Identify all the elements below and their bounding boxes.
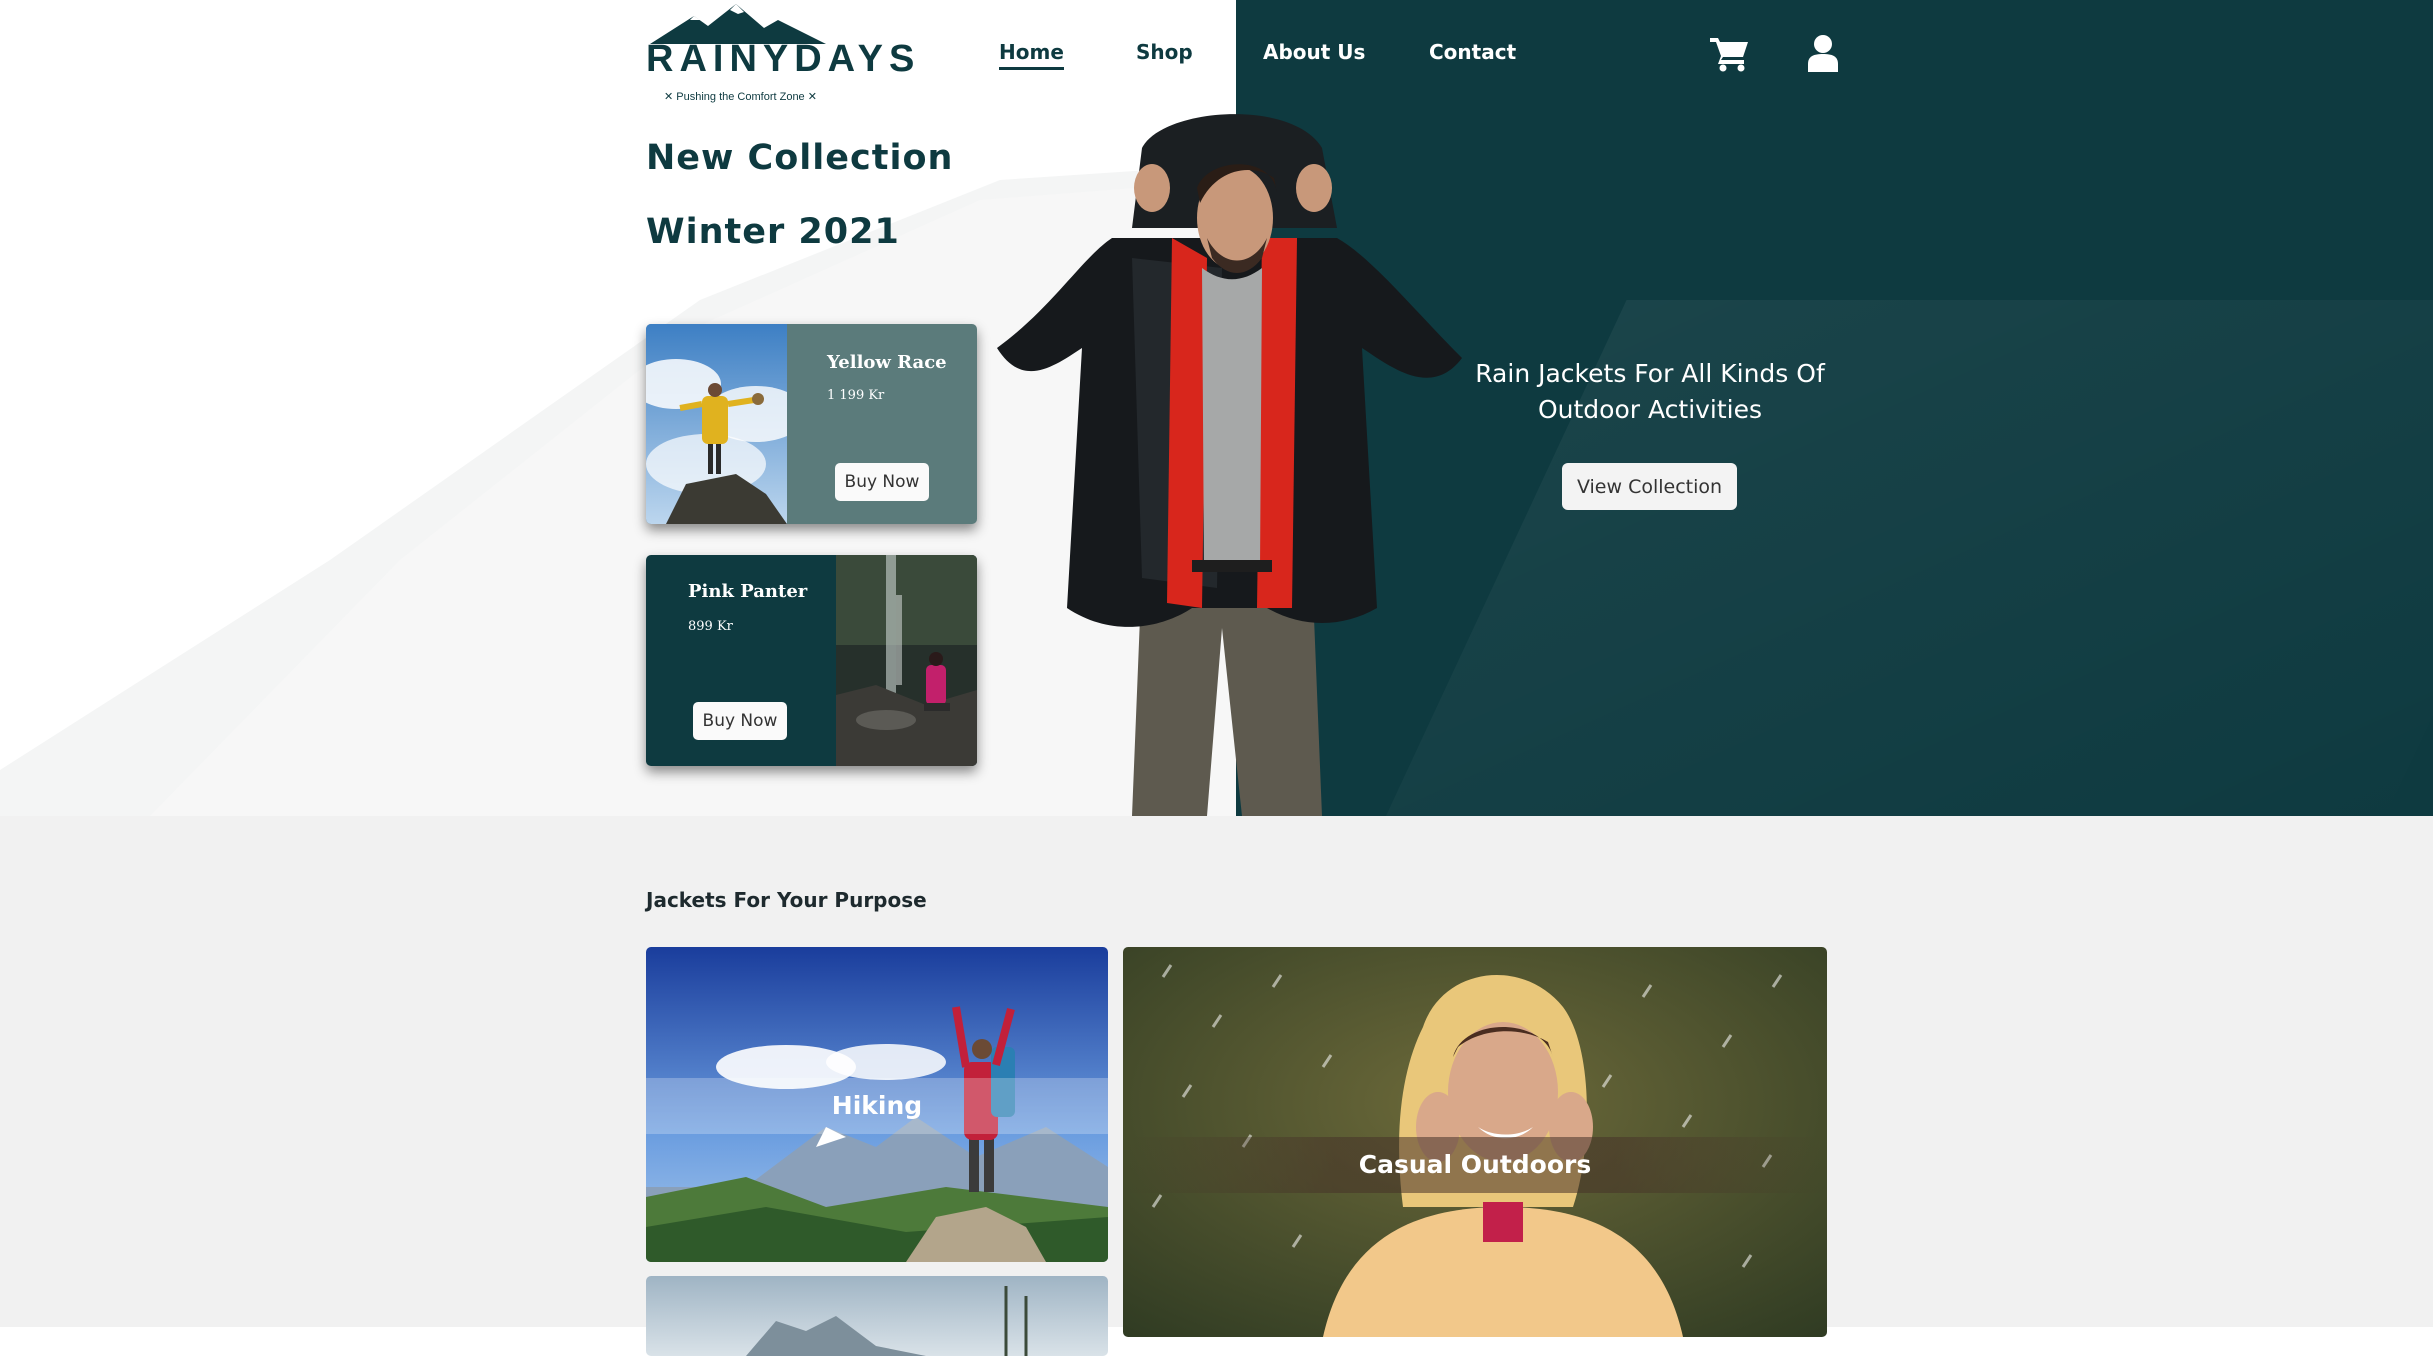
- nav-contact[interactable]: Contact: [1429, 40, 1516, 64]
- product-card-pink-panter[interactable]: Pink Panter 899 Kr Buy Now: [646, 555, 977, 766]
- product-name: Yellow Race: [827, 352, 947, 373]
- view-collection-button[interactable]: View Collection: [1562, 463, 1737, 510]
- hero-heading-line1: New Collection: [646, 138, 954, 178]
- nav-about-us[interactable]: About Us: [1263, 40, 1365, 64]
- brand-name: RAINYDAYS: [646, 38, 921, 80]
- buy-now-button[interactable]: Buy Now: [835, 463, 929, 501]
- user-icon[interactable]: [1806, 34, 1840, 72]
- brand-tagline: ✕ Pushing the Comfort Zone ✕: [664, 91, 817, 103]
- category-label: Casual Outdoors: [1123, 1137, 1827, 1193]
- buy-now-button[interactable]: Buy Now: [693, 702, 787, 740]
- nav-home[interactable]: Home: [999, 40, 1064, 70]
- hero-model-image: [997, 114, 1462, 816]
- product-image-pink-panter: [836, 555, 977, 766]
- product-price: 1 199 Kr: [827, 388, 885, 403]
- brand-logo[interactable]: RAINYDAYS ✕ Pushing the Comfort Zone ✕: [646, 4, 914, 108]
- product-name: Pink Panter: [688, 581, 808, 602]
- category-tile-casual-outdoors[interactable]: Casual Outdoors: [1123, 947, 1827, 1337]
- section-title: Jackets For Your Purpose: [646, 888, 927, 912]
- hero-tagline: Rain Jackets For All Kinds Of Outdoor Ac…: [1475, 359, 1825, 424]
- category-tile-hiking[interactable]: Hiking: [646, 947, 1108, 1262]
- category-label: Hiking: [646, 1078, 1108, 1134]
- purpose-section: Jackets For Your Purpose Hiking Casual O…: [0, 816, 2433, 1356]
- partial-category-image: [646, 1276, 1108, 1356]
- nav-shop[interactable]: Shop: [1136, 40, 1193, 64]
- product-price: 899 Kr: [688, 619, 733, 634]
- hero-heading-line2: Winter 2021: [646, 212, 900, 252]
- category-tile-partial[interactable]: [646, 1276, 1108, 1356]
- product-image-yellow-race: [646, 324, 787, 524]
- hero-section: RAINYDAYS ✕ Pushing the Comfort Zone ✕ H…: [0, 0, 2433, 816]
- shopping-cart-icon[interactable]: [1710, 36, 1750, 72]
- product-card-yellow-race[interactable]: Yellow Race 1 199 Kr Buy Now: [646, 324, 977, 524]
